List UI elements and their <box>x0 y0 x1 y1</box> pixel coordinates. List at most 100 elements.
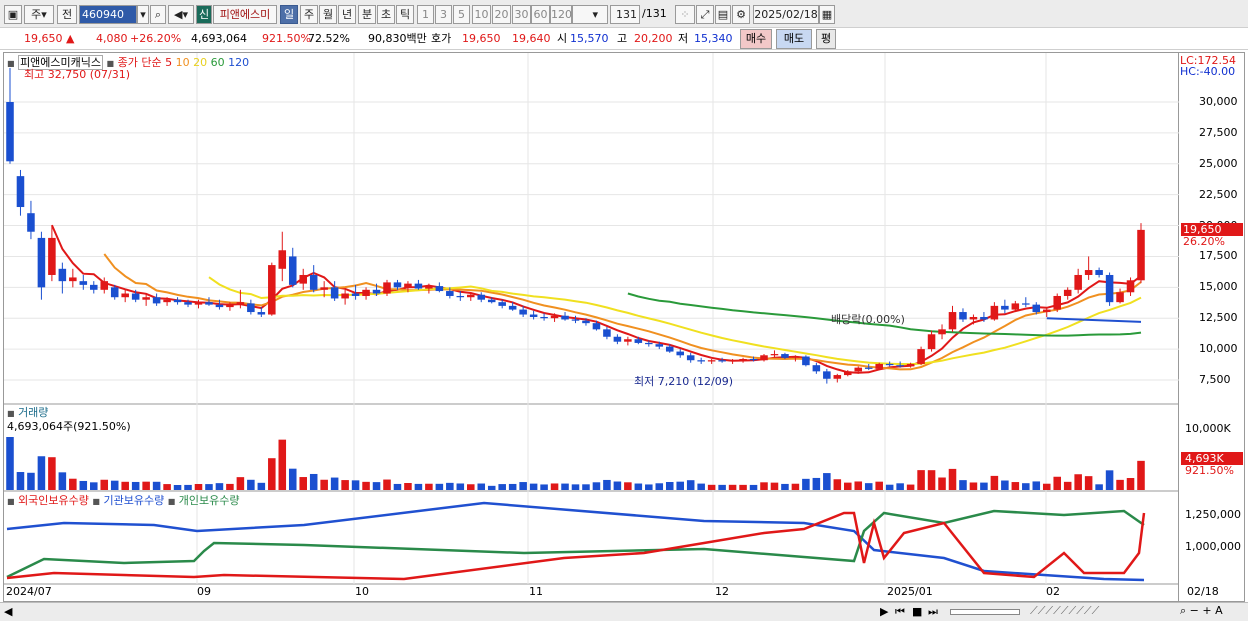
volume-bar <box>1032 481 1041 490</box>
volume-bar <box>519 482 527 490</box>
date-input[interactable]: 2025/02/18 <box>753 5 819 24</box>
interval-120[interactable]: 120 <box>550 5 572 24</box>
candle-body <box>1126 280 1135 293</box>
tab-month[interactable]: 월 <box>319 5 337 24</box>
volume-bar <box>330 477 339 490</box>
period-select[interactable]: 주▾ <box>24 5 54 24</box>
volume-bar <box>362 481 370 490</box>
speaker-icon[interactable]: ◀▾ <box>168 5 194 24</box>
volume-bar <box>16 472 25 490</box>
volume-bar <box>707 484 716 490</box>
prev-button[interactable]: 전 <box>57 5 77 24</box>
crosshair-icon[interactable]: ⁘ <box>675 5 695 24</box>
candle-body <box>278 250 287 269</box>
interval-30[interactable]: 30 <box>512 5 531 24</box>
candle-body <box>1116 292 1124 303</box>
x-label-5: 2025/01 <box>887 585 933 598</box>
interval-custom-select[interactable]: ▾ <box>572 5 608 24</box>
rewind-icon[interactable]: ⏮ <box>895 605 905 619</box>
volume-bar <box>309 473 318 490</box>
stock-code-input[interactable]: 460940 <box>79 5 137 24</box>
volume-bar <box>48 457 56 490</box>
tab-year[interactable]: 년 <box>338 5 356 24</box>
candle-body <box>309 274 318 290</box>
stop-icon[interactable]: ■ <box>912 605 922 618</box>
forward-icon[interactable]: ⏭ <box>928 605 938 619</box>
scroll-left-icon[interactable]: ◀ <box>4 605 12 618</box>
count-total: /131 <box>642 7 667 20</box>
volume-bar <box>79 480 88 490</box>
candle-body <box>414 283 423 289</box>
volume-bar <box>142 481 150 490</box>
candle-body <box>665 346 674 352</box>
volume-bar <box>948 468 957 490</box>
interval-3[interactable]: 3 <box>435 5 452 24</box>
volume-bar <box>760 482 768 490</box>
volume-bar <box>561 483 569 490</box>
candle-body <box>833 375 842 379</box>
volume-bar <box>718 484 726 490</box>
candle-body <box>247 303 255 313</box>
open-label: 시 <box>557 32 568 45</box>
gear-icon[interactable]: ⚙ <box>732 5 750 24</box>
eval-button[interactable]: 평 <box>816 29 836 49</box>
candle-body <box>655 344 664 347</box>
tab-second[interactable]: 초 <box>377 5 395 24</box>
volume-bar <box>1022 483 1030 490</box>
candle-body <box>90 284 98 290</box>
interval-60[interactable]: 60 <box>531 5 550 24</box>
volume-bar <box>1053 476 1061 490</box>
chevron-down-icon[interactable]: ▾ <box>137 5 149 24</box>
new-badge: 신 <box>196 5 212 24</box>
volume-bar <box>550 483 559 490</box>
volume-bar <box>1116 479 1124 490</box>
quote-turnover: 72.52% <box>308 32 350 45</box>
ma120-label: 120 <box>228 56 250 69</box>
volume-bar <box>247 479 255 490</box>
chart-area[interactable]: ■ 피앤에스미캐닉스 ■ 종가 단순 5 10 20 60 120 최고 32,… <box>3 52 1180 602</box>
tab-minute[interactable]: 분 <box>358 5 376 24</box>
volume-bar <box>571 484 580 490</box>
drawing-tools-icon[interactable]: ⟋⟋⟋⟋⟋⟋⟋⟋⟋ <box>1030 604 1099 618</box>
y-tick: 7,500 <box>1199 373 1231 386</box>
interval-10[interactable]: 10 <box>472 5 491 24</box>
candle-body <box>100 281 109 290</box>
zoom-out-icon[interactable]: ⌕ − + A <box>1180 604 1223 618</box>
volume-bar <box>372 482 381 490</box>
x-label-6: 02 <box>1046 585 1060 598</box>
interval-1[interactable]: 1 <box>417 5 434 24</box>
calendar-icon[interactable]: ▦ <box>819 5 835 24</box>
candle-body <box>194 302 203 305</box>
volume-bar <box>121 481 129 490</box>
draw-icon[interactable]: ⤢ <box>696 5 714 24</box>
candle-body <box>341 293 349 299</box>
volume-bar <box>1095 484 1103 490</box>
scroll-right-icon[interactable]: ▶ <box>880 605 888 618</box>
volume-bar <box>697 483 705 490</box>
individual-label: 개인보유수량 <box>178 494 240 507</box>
volume-bar <box>582 484 590 490</box>
volume-bar <box>351 480 360 490</box>
candle-body <box>142 297 150 300</box>
candle-body <box>906 363 915 367</box>
candle-body <box>760 355 768 361</box>
interval-5[interactable]: 5 <box>453 5 470 24</box>
tab-day[interactable]: 일 <box>280 5 298 24</box>
save-icon[interactable]: ▤ <box>715 5 731 24</box>
count-input[interactable]: 131 <box>610 5 640 24</box>
interval-20[interactable]: 20 <box>492 5 511 24</box>
buy-button[interactable]: 매수 <box>740 29 772 49</box>
stock-name[interactable]: 피앤에스미 <box>213 5 277 24</box>
candle-body <box>1032 304 1041 313</box>
scroll-bar[interactable]: ◀ ▶ ⏮ ■ ⏭ ⟋⟋⟋⟋⟋⟋⟋⟋⟋ ⌕ − + A <box>0 602 1248 621</box>
candle-body <box>603 329 611 337</box>
volume-bar <box>414 483 423 490</box>
tab-tick[interactable]: 틱 <box>396 5 414 24</box>
layout-icon[interactable]: ▣ <box>4 5 22 24</box>
sell-button[interactable]: 매도 <box>776 29 812 49</box>
x-label-7: 02/18 <box>1187 585 1219 598</box>
tab-week[interactable]: 주 <box>300 5 318 24</box>
candle-body <box>844 371 852 376</box>
search-icon[interactable]: ⌕ <box>150 5 166 24</box>
zoom-slider[interactable] <box>950 609 1020 615</box>
